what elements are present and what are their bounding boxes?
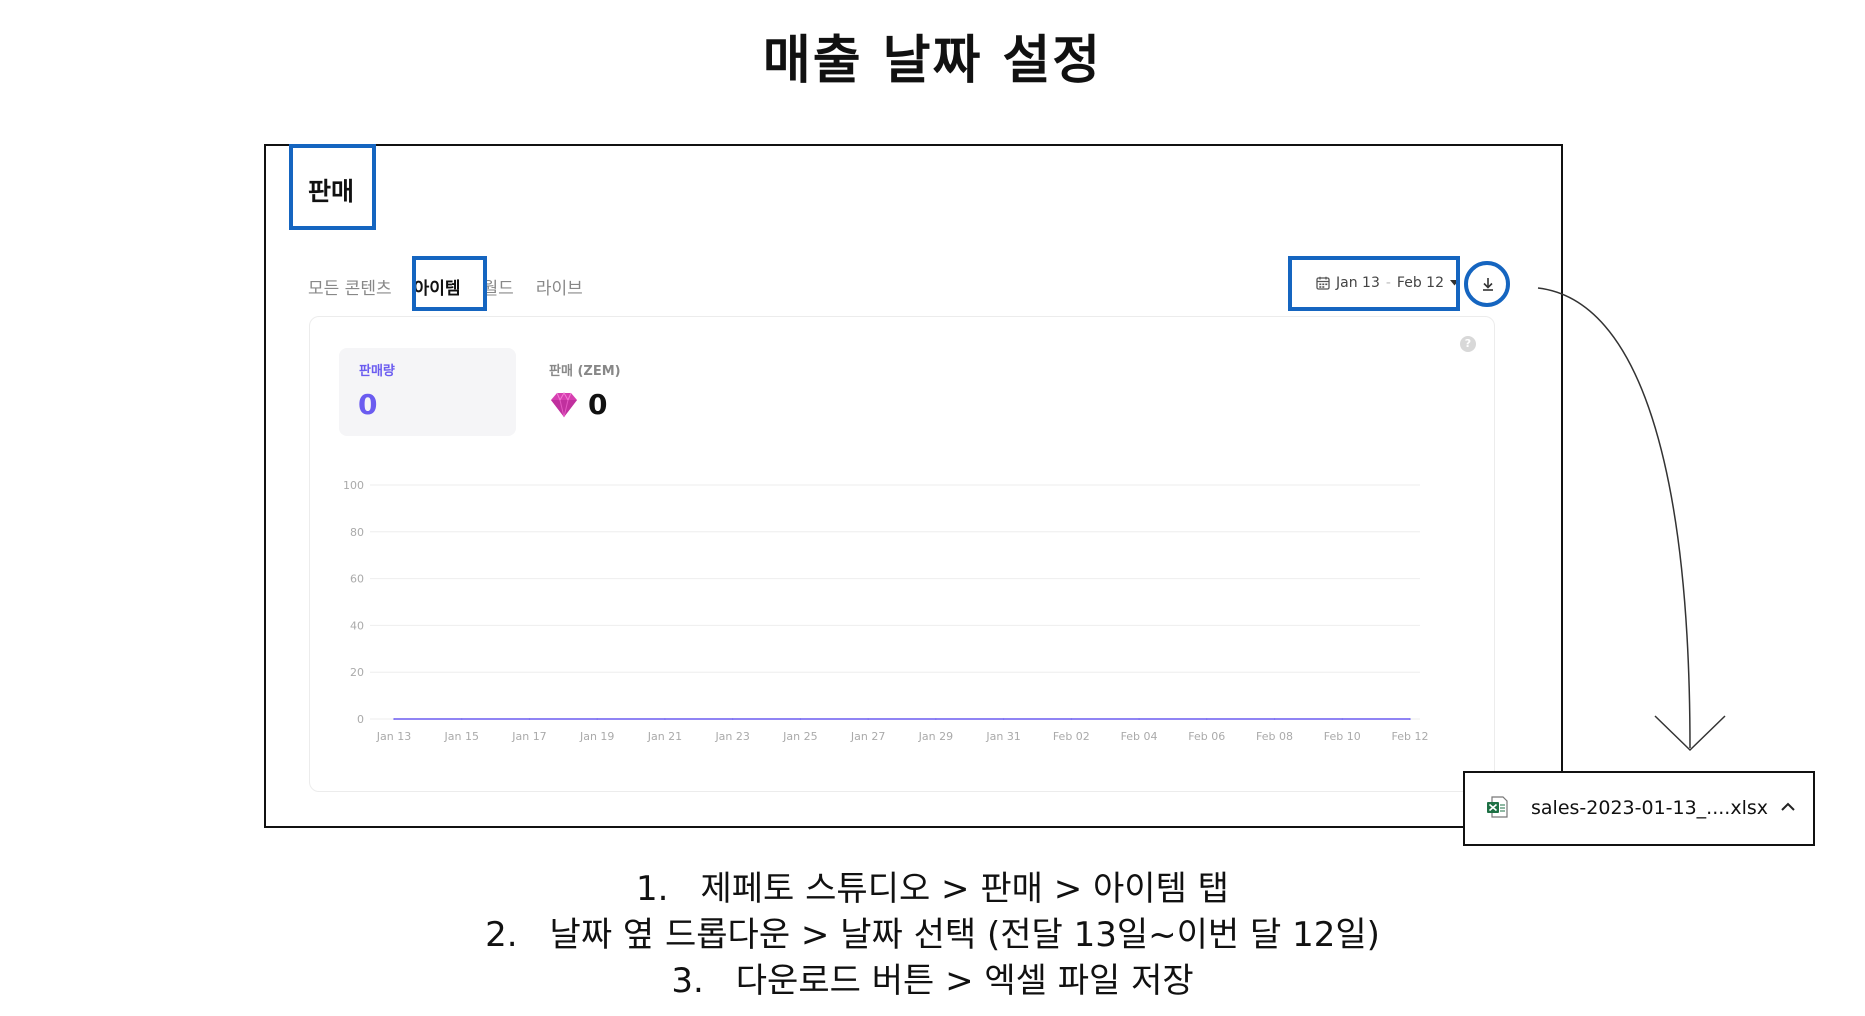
- step-1-text: 제페토 스튜디오 > 판매 > 아이템 탭: [700, 869, 1229, 909]
- step-1-number: 1.: [636, 869, 669, 909]
- step-3-text: 다운로드 버튼 > 엑셀 파일 저장: [735, 961, 1194, 1001]
- step-2-text: 날짜 옆 드롭다운 > 날짜 선택 (전달 13일~이번 달 12일): [549, 915, 1380, 955]
- excel-file-icon: [1487, 796, 1508, 818]
- step-3: 3. 다운로드 버튼 > 엑셀 파일 저장: [0, 958, 1865, 1004]
- download-filename: sales-2023-01-13_....xlsx: [1531, 797, 1769, 819]
- step-2-number: 2.: [485, 915, 518, 955]
- step-1: 1. 제페토 스튜디오 > 판매 > 아이템 탭: [0, 866, 1865, 912]
- annotation-arrow: [1537, 287, 1726, 752]
- download-bar-item[interactable]: sales-2023-01-13_....xlsx: [1463, 771, 1815, 846]
- step-3-number: 3.: [671, 961, 704, 1001]
- instruction-steps: 1. 제페토 스튜디오 > 판매 > 아이템 탭 2. 날짜 옆 드롭다운 > 날짜…: [0, 866, 1865, 1004]
- chevron-up-icon[interactable]: [1780, 801, 1796, 813]
- step-2: 2. 날짜 옆 드롭다운 > 날짜 선택 (전달 13일~이번 달 12일): [0, 912, 1865, 958]
